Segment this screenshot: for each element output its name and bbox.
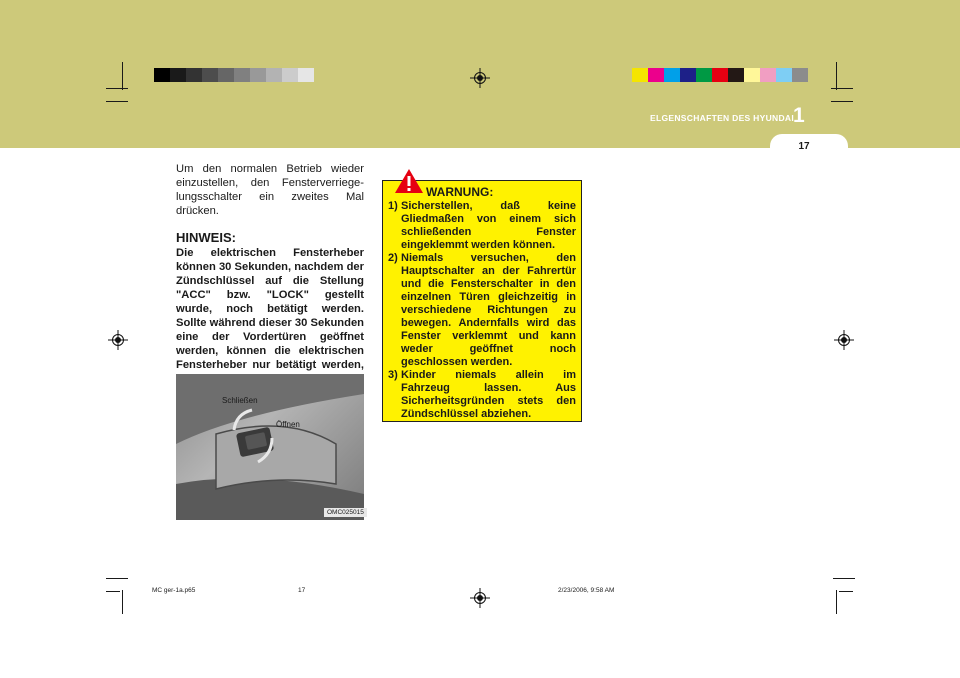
warning-item-number: 1) — [388, 200, 398, 212]
warning-exclamation-icon — [395, 169, 423, 193]
warning-item-text: Kinder niemals allein im Fahrzeug lassen… — [401, 369, 576, 420]
color-swatch — [696, 68, 712, 82]
warning-item: 3) Kinder niemals allein im Fahrzeug lass… — [388, 369, 576, 421]
window-switch-photo: Schließen Öffnen — [176, 374, 364, 520]
color-swatch — [664, 68, 680, 82]
color-swatch — [250, 68, 266, 82]
warning-list: 1) Sicherstellen, daß keine Gliedmaßen vo… — [388, 200, 576, 421]
left-column: Um den normalen Betrieb wieder einzustel… — [176, 162, 364, 400]
warning-item-number: 3) — [388, 369, 398, 381]
section-number: 1 — [793, 104, 805, 127]
crop-mark — [106, 578, 128, 579]
color-swatch — [792, 68, 808, 82]
crop-mark — [836, 62, 837, 90]
intro-paragraph: Um den normalen Betrieb wieder einzustel… — [176, 163, 364, 217]
crop-mark — [839, 591, 853, 592]
warning-item: 1) Sicherstellen, daß keine Gliedmaßen vo… — [388, 200, 576, 252]
crop-mark — [836, 590, 837, 614]
crop-mark — [122, 62, 123, 90]
color-swatch — [776, 68, 792, 82]
crop-mark — [833, 578, 855, 579]
note-heading: HINWEIS: — [176, 230, 236, 245]
color-swatch — [154, 68, 170, 82]
color-swatch — [170, 68, 186, 82]
color-swatch — [298, 68, 314, 82]
color-swatch — [728, 68, 744, 82]
color-swatch — [266, 68, 282, 82]
crop-mark — [106, 101, 128, 102]
crop-mark — [122, 590, 123, 614]
gray-color-bar — [154, 68, 314, 82]
color-swatch — [760, 68, 776, 82]
section-title: ELGENSCHAFTEN DES HYUNDAI — [650, 113, 794, 123]
figure-code: OMC025015 — [324, 508, 367, 517]
crop-mark — [106, 88, 128, 89]
color-swatch — [218, 68, 234, 82]
color-swatch — [202, 68, 218, 82]
crop-mark — [106, 591, 120, 592]
registration-mark-icon — [470, 68, 490, 88]
warning-item-text: Niemals versuchen, den Hauptschalter an … — [401, 252, 576, 368]
warning-title: WARNUNG: — [426, 185, 494, 199]
crop-mark — [831, 88, 853, 89]
slug-page: 17 — [298, 587, 306, 594]
slug-filename: MC ger-1a.p65 — [152, 587, 196, 594]
color-swatch — [648, 68, 664, 82]
color-swatch — [234, 68, 250, 82]
color-swatch — [632, 68, 648, 82]
registration-mark-icon — [108, 330, 128, 350]
color-swatch — [744, 68, 760, 82]
page-number: 17 — [798, 141, 810, 152]
color-swatch — [282, 68, 298, 82]
figure-label-open: Öffnen — [276, 420, 300, 429]
color-swatch — [712, 68, 728, 82]
color-swatch — [680, 68, 696, 82]
crop-mark — [831, 101, 853, 102]
color-swatch — [186, 68, 202, 82]
registration-mark-icon — [834, 330, 854, 350]
door-panel-illustration — [176, 374, 364, 520]
warning-item-text: Sicherstellen, daß keine Gliedmaßen von … — [401, 200, 576, 251]
figure-label-close: Schließen — [222, 396, 258, 405]
slug-date: 2/23/2006, 9:58 AM — [558, 587, 615, 594]
registration-mark-icon — [470, 588, 490, 608]
warning-item: 2) Niemals versuchen, den Hauptschalter a… — [388, 252, 576, 369]
warning-item-number: 2) — [388, 252, 398, 264]
process-color-bar — [632, 68, 808, 82]
